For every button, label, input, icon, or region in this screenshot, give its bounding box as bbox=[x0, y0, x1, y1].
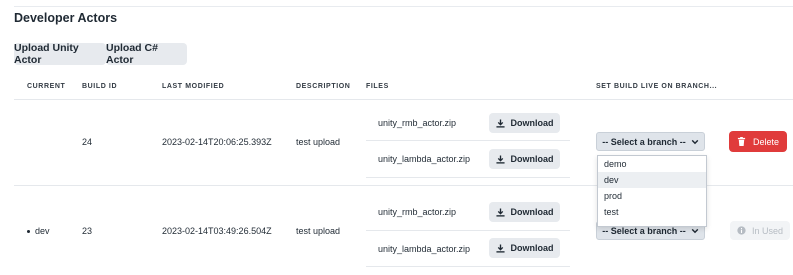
row2-current-branch: dev bbox=[35, 226, 50, 236]
row1-file2-name: unity_lambda_actor.zip bbox=[378, 154, 471, 164]
download-label: Download bbox=[510, 118, 554, 128]
row1-branch-select[interactable]: -- Select a branch -- bbox=[596, 132, 705, 151]
info-icon bbox=[737, 226, 746, 235]
download-icon bbox=[495, 118, 505, 128]
row1-file1-download-button[interactable]: Download bbox=[489, 113, 560, 133]
row1-build-id: 24 bbox=[82, 137, 93, 147]
row2-current: dev bbox=[27, 226, 50, 236]
file-divider bbox=[366, 177, 570, 178]
branch-select-value: -- Select a branch -- bbox=[602, 225, 686, 236]
chevron-down-icon bbox=[691, 139, 699, 144]
bullet bbox=[27, 230, 30, 234]
branch-dropdown-menu: demo dev prod test bbox=[597, 155, 707, 227]
file-divider bbox=[366, 230, 570, 231]
delete-label: Delete bbox=[752, 136, 779, 147]
row1-last-modified: 2023-02-14T20:06:25.393Z bbox=[162, 137, 272, 147]
download-icon bbox=[495, 243, 505, 253]
row1-file1-name: unity_rmb_actor.zip bbox=[378, 118, 457, 128]
header-build-id: BUILD ID bbox=[82, 83, 118, 90]
branch-option-prod[interactable]: prod bbox=[598, 188, 706, 204]
file-divider bbox=[366, 266, 570, 267]
branch-option-demo[interactable]: demo bbox=[598, 156, 706, 172]
row2-description: test upload bbox=[296, 226, 341, 236]
header-last-modified: LAST MODIFIED bbox=[162, 83, 225, 90]
trash-icon bbox=[737, 137, 746, 146]
row2-file2-name: unity_lambda_actor.zip bbox=[378, 244, 471, 254]
row1-delete-button[interactable]: Delete bbox=[729, 131, 787, 152]
upload-unity-actor-button[interactable]: Upload Unity Actor bbox=[14, 42, 106, 66]
row2-build-id: 23 bbox=[82, 226, 93, 236]
row1-description: test upload bbox=[296, 137, 341, 147]
header-current: CURRENT bbox=[27, 83, 66, 90]
in-used-label: In Used bbox=[751, 225, 784, 236]
branch-option-test[interactable]: test bbox=[598, 204, 706, 220]
header-description: DESCRIPTION bbox=[296, 83, 351, 90]
row2-in-used-button: In Used bbox=[730, 221, 790, 240]
top-divider bbox=[14, 6, 793, 7]
download-icon bbox=[495, 154, 505, 164]
row1-file2-download-button[interactable]: Download bbox=[489, 149, 560, 169]
branch-option-dev[interactable]: dev bbox=[598, 172, 706, 188]
page-title: Developer Actors bbox=[14, 11, 118, 25]
branch-select-value: -- Select a branch -- bbox=[602, 136, 686, 147]
download-label: Download bbox=[510, 207, 554, 217]
row2-file2-download-button[interactable]: Download bbox=[489, 238, 560, 258]
file-divider bbox=[366, 140, 570, 141]
download-label: Download bbox=[510, 154, 554, 164]
row2-file1-download-button[interactable]: Download bbox=[489, 202, 560, 222]
chevron-down-icon bbox=[691, 228, 699, 233]
row2-file1-name: unity_rmb_actor.zip bbox=[378, 207, 457, 217]
download-label: Download bbox=[510, 243, 554, 253]
header-divider bbox=[14, 99, 793, 100]
row2-last-modified: 2023-02-14T03:49:26.504Z bbox=[162, 226, 272, 236]
header-set-build-live: SET BUILD LIVE ON BRANCH... bbox=[596, 83, 718, 90]
upload-csharp-actor-button[interactable]: Upload C# Actor bbox=[106, 42, 187, 66]
header-files: FILES bbox=[366, 83, 389, 90]
download-icon bbox=[495, 207, 505, 217]
